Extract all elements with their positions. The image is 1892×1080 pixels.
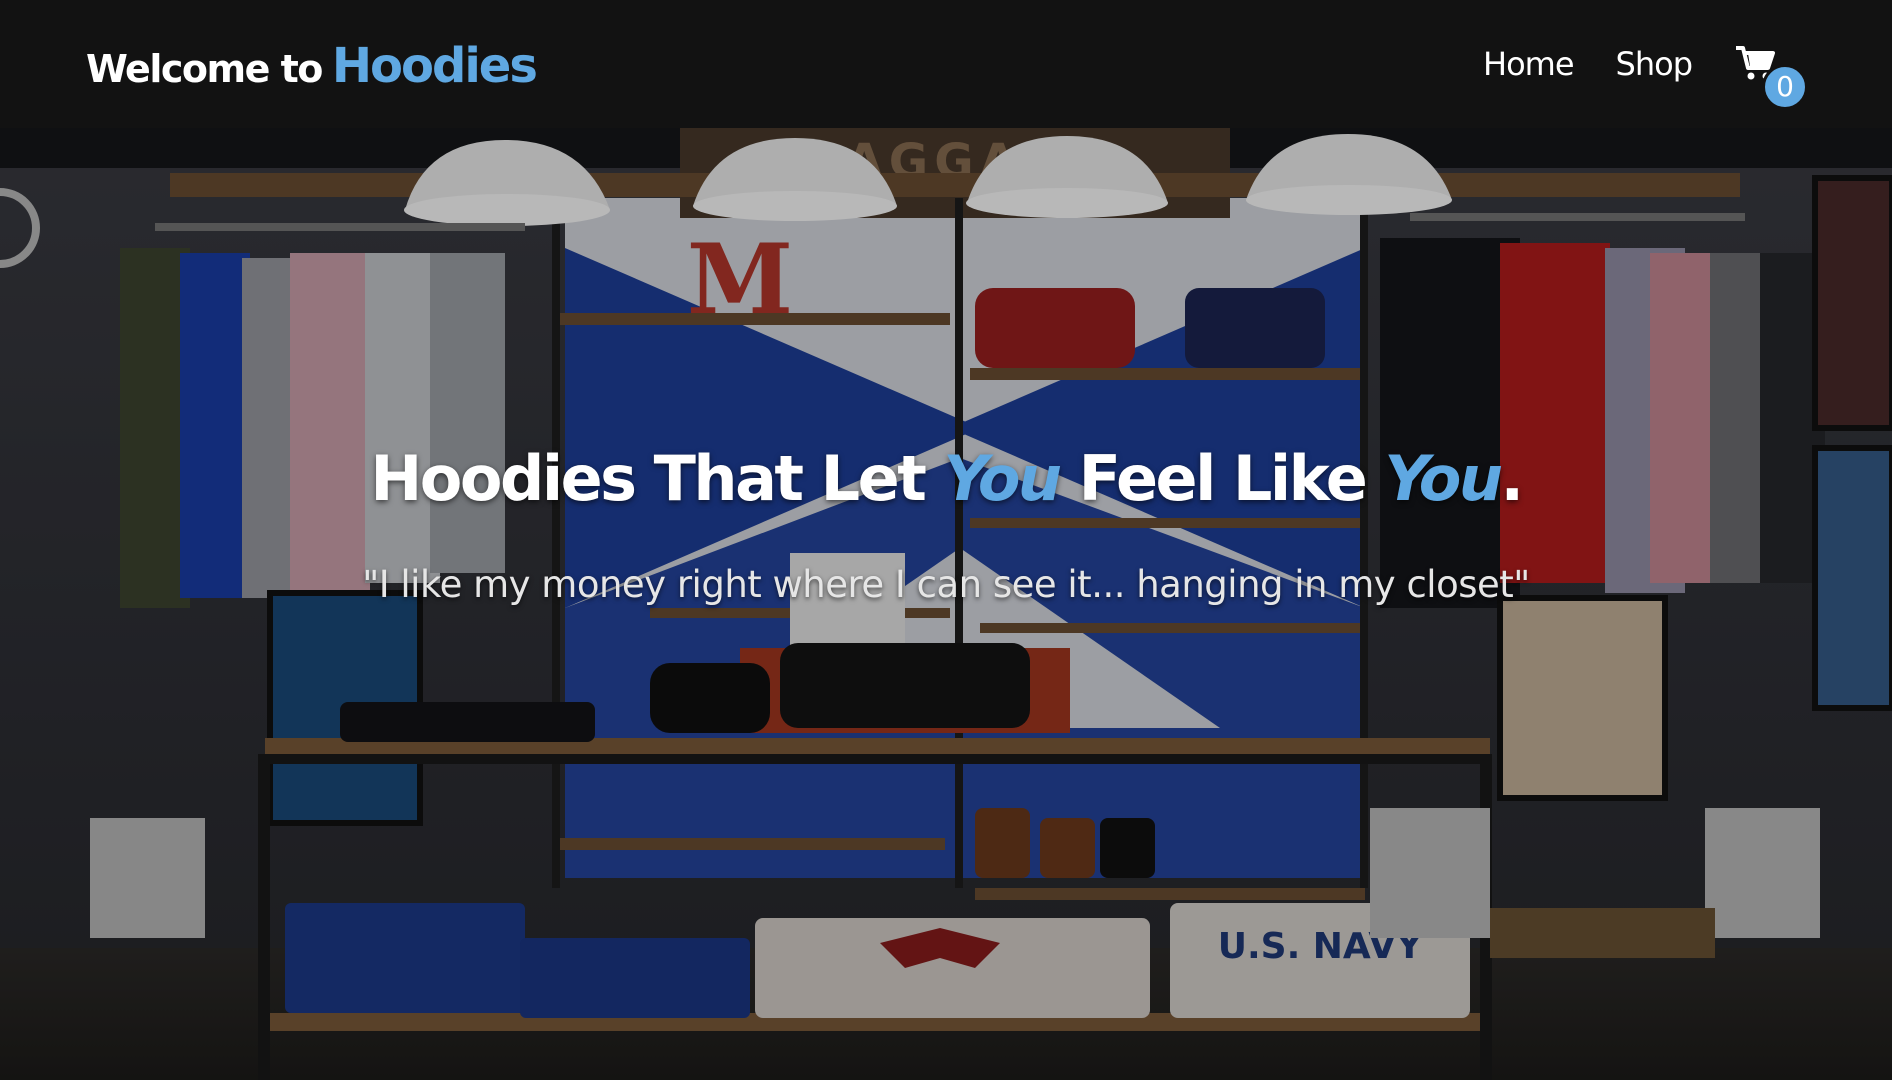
- cart-button[interactable]: 0: [1734, 44, 1808, 110]
- hero-title-you-2: You: [1384, 441, 1503, 515]
- hero-title-part2: Feel Like: [1059, 441, 1385, 515]
- hero-quote: "I like my money right where I can see i…: [362, 563, 1530, 606]
- nav-link-shop[interactable]: Shop: [1616, 45, 1693, 83]
- hero-title-part1: Hoodies That Let: [370, 441, 944, 515]
- hero-title-end: .: [1500, 441, 1525, 515]
- navbar: Welcome to Hoodies Home Shop 0: [0, 0, 1892, 128]
- brand-prefix: Welcome to: [86, 47, 323, 91]
- hero-title-you-1: You: [943, 441, 1062, 515]
- cart-count-badge: 0: [1762, 64, 1808, 110]
- brand-name: Hoodies: [331, 38, 538, 94]
- nav-links: Home Shop 0: [1483, 44, 1808, 110]
- hero-section: BAGGAGE M U.S. NAVY Hoodies That Let You…: [0, 128, 1892, 1080]
- brand-logo[interactable]: Welcome to Hoodies: [86, 38, 538, 94]
- nav-link-home[interactable]: Home: [1483, 45, 1574, 83]
- hero-title: Hoodies That Let You Feel Like You.: [0, 442, 1892, 515]
